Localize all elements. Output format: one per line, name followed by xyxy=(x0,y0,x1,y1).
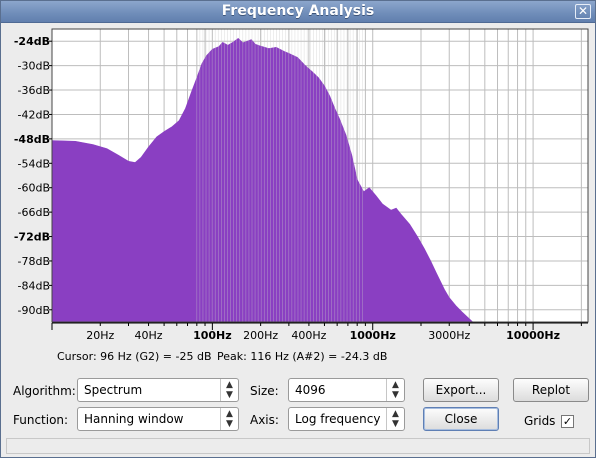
y-tick-label: -30dB xyxy=(18,60,51,73)
chevron-updown-icon: ▲ ▼ xyxy=(220,408,238,430)
x-tick-label: 3000Hz xyxy=(428,329,470,342)
spectrum-chart-svg: -24dB -30dB -36dB -42dB -48dB -54dB -60dB -66dB… xyxy=(14,28,589,342)
y-tick-label: -42dB xyxy=(18,108,51,121)
close-button[interactable]: Close xyxy=(423,407,499,431)
x-tick-label: 100Hz xyxy=(193,329,232,342)
spectrum-plot[interactable]: -24dB -30dB -36dB -42dB -48dB -54dB -60dB -66dB… xyxy=(5,26,591,348)
axis-value: Log frequency xyxy=(295,412,381,426)
y-tick-label: -36dB xyxy=(18,84,51,97)
y-tick-label: -48dB xyxy=(14,133,50,146)
x-tick-label: 1000Hz xyxy=(350,329,396,342)
function-select[interactable]: Hanning window ▲ ▼ xyxy=(77,407,239,431)
y-tick-label: -54dB xyxy=(18,157,51,170)
y-tick-label: -66dB xyxy=(18,206,51,219)
title-bar[interactable]: Frequency Analysis ✕ xyxy=(1,1,595,23)
y-tick-label: -24dB xyxy=(14,35,50,48)
replot-button[interactable]: Replot xyxy=(513,378,589,402)
chevron-updown-icon: ▲ ▼ xyxy=(220,379,238,401)
axis-select[interactable]: Log frequency ▲ ▼ xyxy=(288,407,405,431)
function-label: Function: xyxy=(13,413,69,427)
axis-label: Axis: xyxy=(250,413,279,427)
x-tick-label: 20Hz xyxy=(86,329,114,342)
algorithm-label: Algorithm: xyxy=(13,384,76,398)
y-tick-label: -78dB xyxy=(18,255,51,268)
algorithm-select[interactable]: Spectrum ▲ ▼ xyxy=(77,378,239,402)
size-label: Size: xyxy=(250,384,279,398)
algorithm-value: Spectrum xyxy=(84,383,143,397)
y-tick-label: -90dB xyxy=(18,304,51,317)
cursor-readout: Cursor: 96 Hz (G2) = -25 dB xyxy=(57,350,212,363)
x-tick-label: 10000Hz xyxy=(506,329,560,342)
frequency-analysis-window: Frequency Analysis ✕ -24dB -30dB -36dB -42d… xyxy=(0,0,596,458)
peak-readout: Peak: 116 Hz (A#2) = -24.3 dB xyxy=(217,350,388,363)
x-tick-label: 200Hz xyxy=(243,329,278,342)
chevron-updown-icon: ▲ ▼ xyxy=(386,379,404,401)
x-tick-label: 40Hz xyxy=(135,329,163,342)
size-value: 4096 xyxy=(295,383,326,397)
x-tick-label: 400Hz xyxy=(291,329,326,342)
close-icon[interactable]: ✕ xyxy=(575,4,591,19)
y-tick-label: -60dB xyxy=(18,182,51,195)
function-value: Hanning window xyxy=(84,412,184,426)
y-tick-label: -84dB xyxy=(18,279,51,292)
grids-checkbox[interactable]: ✓ xyxy=(561,415,574,428)
y-tick-label: -72dB xyxy=(14,231,50,244)
window-title: Frequency Analysis xyxy=(221,3,375,19)
export-button[interactable]: Export... xyxy=(423,378,499,402)
chevron-updown-icon: ▲ ▼ xyxy=(386,408,404,430)
grids-label: Grids xyxy=(524,414,556,428)
size-select[interactable]: 4096 ▲ ▼ xyxy=(288,378,405,402)
status-bar xyxy=(6,438,590,454)
